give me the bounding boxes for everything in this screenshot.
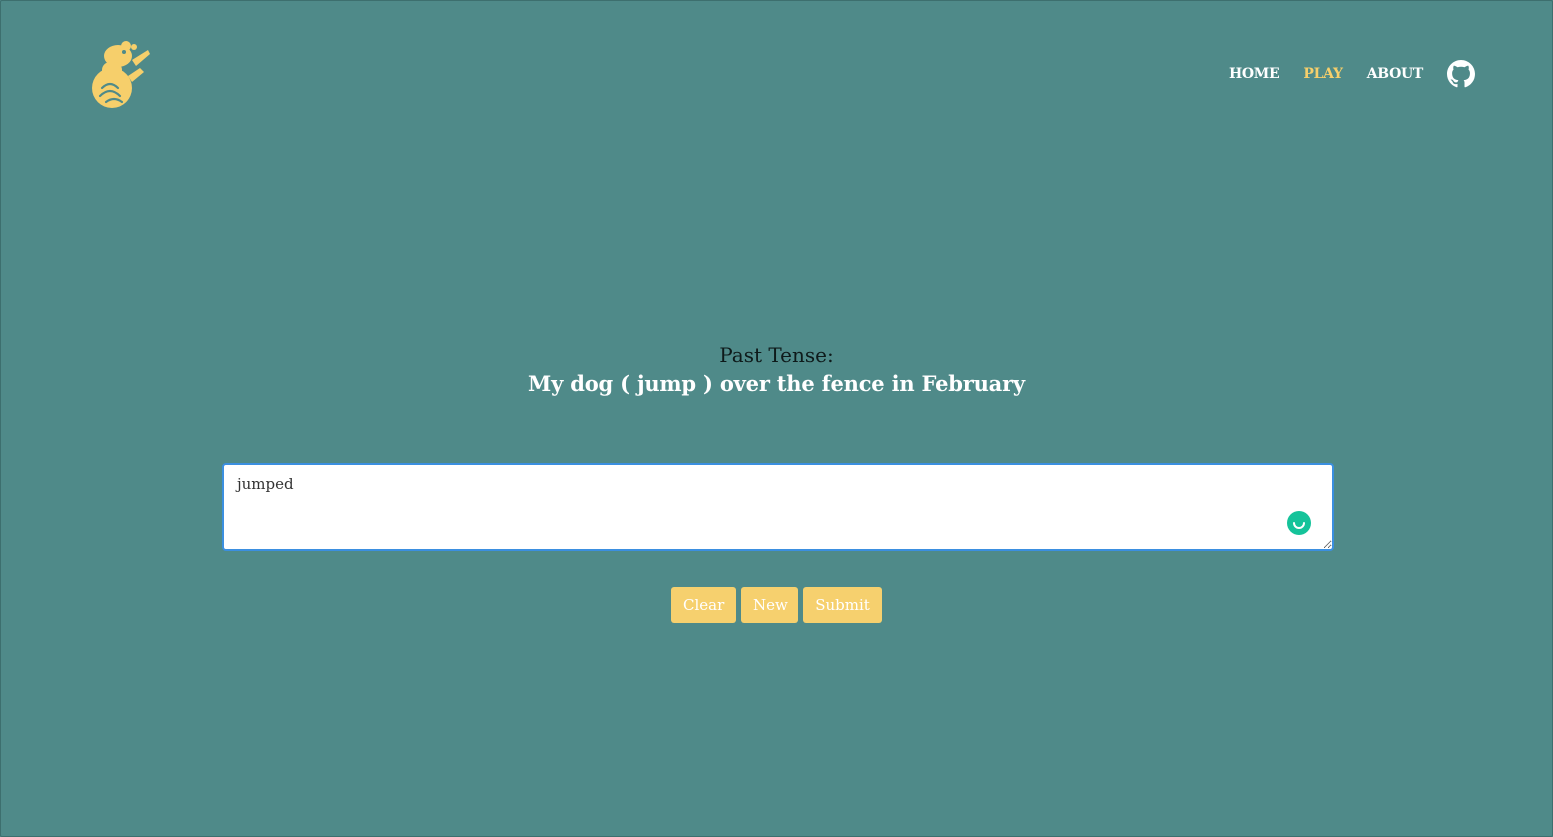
github-link[interactable] [1447,60,1475,88]
grammarly-glyph [1293,522,1305,529]
nav-play[interactable]: PLAY [1303,66,1343,82]
page-frame [0,0,1553,837]
logo[interactable] [88,40,152,110]
prompt-section: Past Tense: My dog ( jump ) over the fen… [0,340,1553,398]
submit-button[interactable]: Submit [803,587,882,623]
dinosaur-logo-icon [92,41,150,108]
prompt-sentence: My dog ( jump ) over the fence in Februa… [528,371,1025,396]
answer-wrapper [222,463,1334,551]
nav-home[interactable]: HOME [1229,66,1280,82]
prompt-label: Past Tense: [719,343,834,367]
nav-about[interactable]: ABOUT [1367,66,1424,82]
grammarly-icon[interactable] [1287,511,1311,535]
action-buttons: Clear New Submit [0,587,1553,623]
clear-button[interactable]: Clear [671,587,736,623]
new-button[interactable]: New [741,587,798,623]
github-icon [1447,60,1475,88]
main-nav: HOME PLAY ABOUT [1205,60,1475,88]
answer-input[interactable] [222,463,1334,551]
